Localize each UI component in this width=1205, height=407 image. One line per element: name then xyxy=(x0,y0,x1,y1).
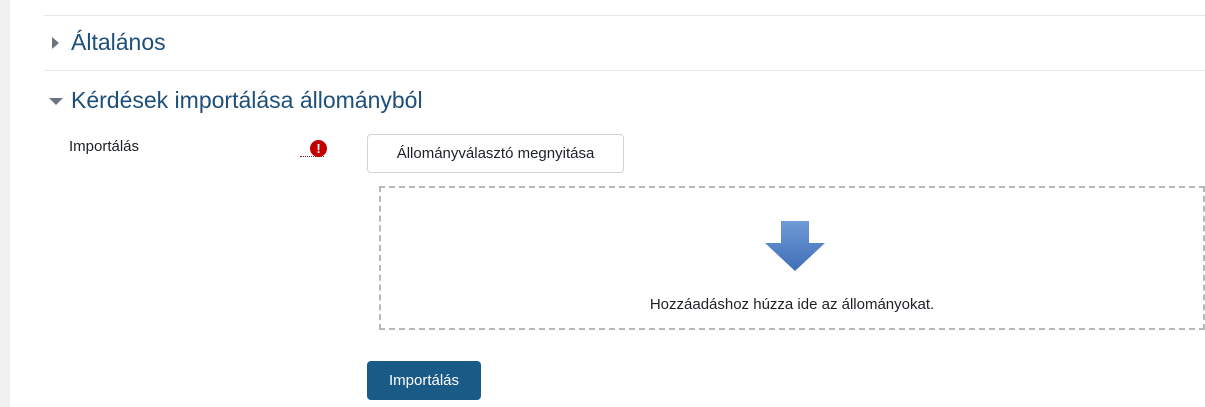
collapsed-arrow-icon xyxy=(48,34,66,52)
divider xyxy=(44,70,1205,71)
expanded-arrow-icon xyxy=(48,92,66,110)
required-indicator: ! xyxy=(300,140,332,160)
import-field-label: Importálás xyxy=(69,138,140,155)
section-import-title: Kérdések importálása állományból xyxy=(71,87,423,113)
section-general-toggle[interactable]: Általános xyxy=(48,29,166,56)
download-arrow-icon xyxy=(765,221,825,271)
section-general-title: Általános xyxy=(71,29,166,55)
divider xyxy=(44,15,1205,16)
left-border xyxy=(0,0,10,407)
exclamation-circle-icon: ! xyxy=(310,140,327,157)
file-dropzone[interactable]: Hozzáadáshoz húzza ide az állományokat. xyxy=(379,186,1205,330)
file-picker-button[interactable]: Állományválasztó megnyitása xyxy=(367,134,624,173)
dropzone-hint: Hozzáadáshoz húzza ide az állományokat. xyxy=(649,296,935,313)
import-submit-button[interactable]: Importálás xyxy=(367,361,481,400)
section-import-toggle[interactable]: Kérdések importálása állományból xyxy=(48,87,423,114)
